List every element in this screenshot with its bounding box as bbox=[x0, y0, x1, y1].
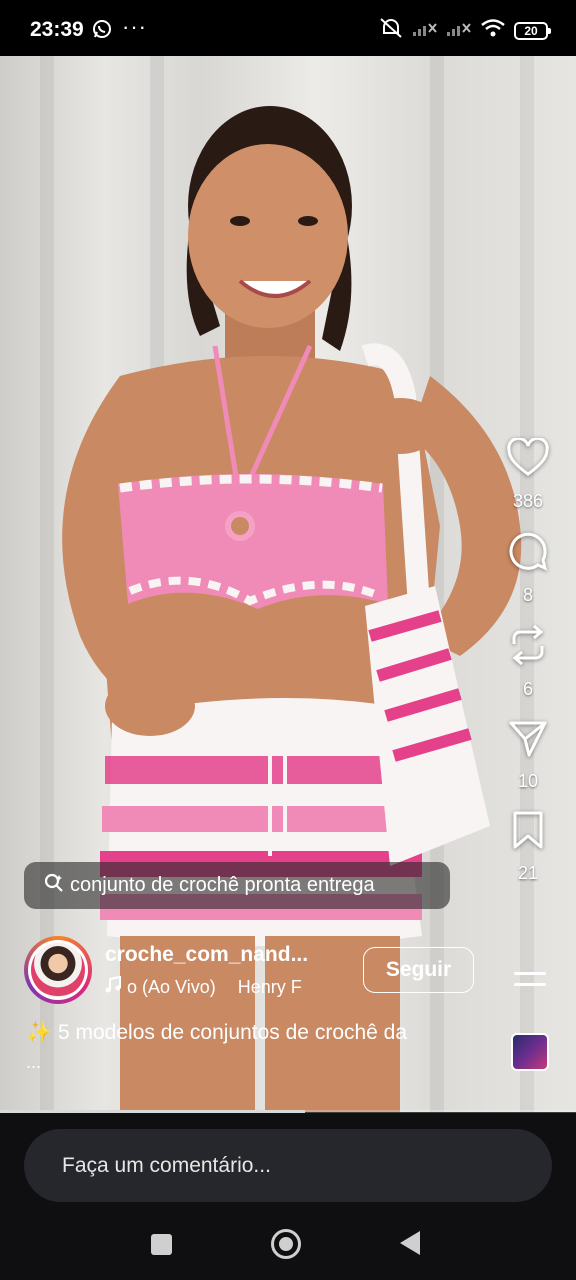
repost-button[interactable]: 6 bbox=[498, 624, 558, 700]
comment-input[interactable]: Faça um comentário... bbox=[24, 1129, 552, 1202]
more-notifications-icon: ··· bbox=[122, 14, 147, 39]
author-avatar[interactable] bbox=[24, 936, 92, 1004]
audio-title: o (Ao Vivo) bbox=[127, 977, 216, 997]
action-rail: 386 8 6 10 21 bbox=[498, 436, 558, 902]
mute-icon bbox=[378, 17, 404, 44]
music-note-icon bbox=[105, 976, 121, 999]
save-button[interactable]: 21 bbox=[498, 810, 558, 884]
recents-button[interactable] bbox=[151, 1234, 172, 1255]
comment-placeholder: Faça um comentário... bbox=[62, 1153, 271, 1177]
comment-button[interactable]: 8 bbox=[498, 530, 558, 606]
caption-more[interactable]: ... bbox=[26, 1052, 41, 1073]
share-button[interactable]: 10 bbox=[498, 718, 558, 792]
search-chip-label: conjunto de crochê pronta entrega bbox=[70, 874, 375, 896]
heart-icon bbox=[506, 436, 550, 483]
status-bar: 23:39 ··· 20 bbox=[0, 0, 576, 56]
search-icon bbox=[44, 873, 64, 899]
bottom-area: Faça um comentário... bbox=[0, 1113, 576, 1280]
signal-2-icon bbox=[446, 19, 472, 42]
repost-count: 6 bbox=[522, 679, 533, 699]
comment-icon bbox=[507, 530, 549, 577]
avatar-photo bbox=[31, 943, 85, 997]
comment-count: 8 bbox=[522, 585, 533, 605]
repost-icon bbox=[508, 624, 548, 671]
send-icon bbox=[508, 718, 548, 763]
system-nav-bar bbox=[0, 1213, 576, 1280]
back-button[interactable] bbox=[400, 1231, 420, 1255]
follow-button[interactable]: Seguir bbox=[363, 947, 474, 993]
save-count: 21 bbox=[517, 863, 539, 883]
related-search-chip[interactable]: conjunto de crochê pronta entrega bbox=[24, 862, 450, 909]
whatsapp-icon bbox=[92, 19, 112, 44]
like-button[interactable]: 386 bbox=[498, 436, 558, 512]
home-button[interactable] bbox=[271, 1229, 301, 1259]
signal-icon bbox=[412, 19, 438, 42]
audio-artist: Henry F bbox=[237, 977, 302, 997]
wifi-icon bbox=[480, 18, 506, 43]
like-count: 386 bbox=[512, 491, 544, 511]
audio-link[interactable]: o (Ao Vivo) Henry F bbox=[105, 976, 330, 999]
battery-icon: 20 bbox=[514, 21, 551, 40]
status-icons: 20 bbox=[378, 17, 551, 44]
status-time: 23:39 bbox=[30, 18, 84, 41]
bookmark-icon bbox=[510, 810, 546, 855]
author-username[interactable]: croche_com_nand... bbox=[105, 943, 335, 967]
caption-text[interactable]: ✨ 5 modelos de conjuntos de crochê da bbox=[26, 1021, 496, 1045]
audio-thumbnail[interactable] bbox=[511, 1033, 549, 1071]
share-count: 10 bbox=[517, 771, 539, 791]
more-options-icon[interactable] bbox=[514, 972, 546, 994]
